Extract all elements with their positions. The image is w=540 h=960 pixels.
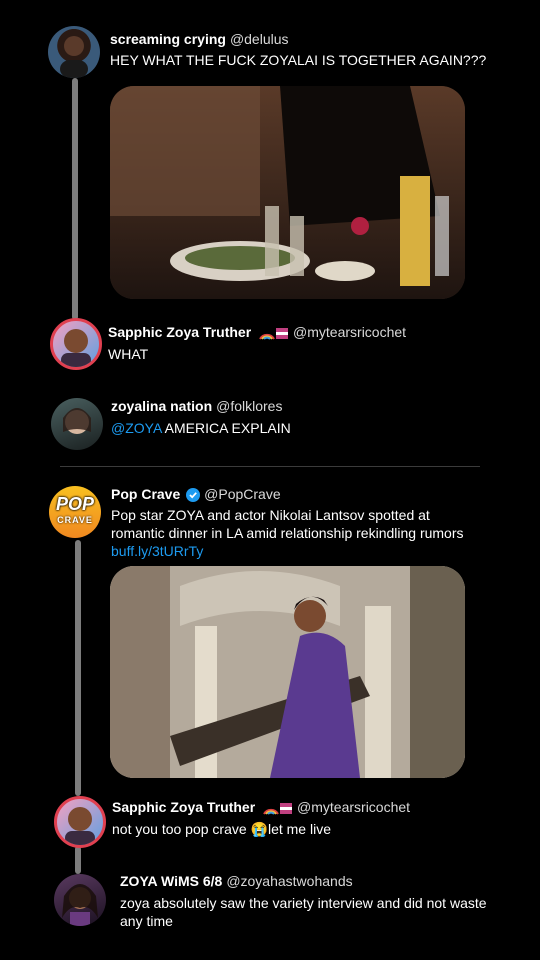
flags-emoji-icon <box>259 328 289 341</box>
user-handle[interactable]: @mytearsricochet <box>297 799 410 815</box>
flags-emoji-icon <box>263 803 293 816</box>
avatar-face-icon <box>61 329 91 367</box>
display-name[interactable]: screaming crying <box>110 31 226 47</box>
tweet-text: AMERICA EXPLAIN <box>164 420 291 436</box>
tweet-header: ZOYA WiMS 6/8 @zoyahastwohands <box>120 872 353 890</box>
tweet-text: zoya absolutely saw the variety intervie… <box>120 895 487 929</box>
tweet-photo[interactable] <box>110 86 465 299</box>
user-handle[interactable]: @folklores <box>216 398 282 414</box>
pop-crave-logo: POP <box>55 494 94 514</box>
tweet-header: Sapphic Zoya Truther @mytearsricochet <box>108 323 406 341</box>
tweet-text: WHAT <box>108 346 149 362</box>
tweet-photo[interactable] <box>110 566 465 778</box>
avatar-face-icon <box>63 408 91 434</box>
avatar-figure-icon <box>60 36 88 78</box>
tweet-text: not you too pop crave 😭let me live <box>112 821 331 837</box>
display-name[interactable]: Pop Crave <box>111 486 180 502</box>
tweet-header: zoyalina nation @folklores <box>111 397 282 415</box>
user-handle[interactable]: @PopCrave <box>204 486 280 502</box>
mention-link[interactable]: @ZOYA <box>111 420 162 436</box>
tweet-header: screaming crying @delulus <box>110 30 289 48</box>
avatar[interactable]: POP CRAVE <box>49 486 101 538</box>
tweet-text-container: @ZOYA AMERICA EXPLAIN <box>111 419 291 437</box>
user-handle[interactable]: @mytearsricochet <box>293 324 406 340</box>
avatar-face-icon <box>65 807 95 845</box>
thread-line-1 <box>72 78 78 320</box>
tweet-text-container: Pop star ZOYA and actor Nikolai Lantsov … <box>111 506 481 560</box>
photoshoot-image <box>110 566 465 778</box>
avatar[interactable] <box>48 26 100 78</box>
display-name[interactable]: zoyalina nation <box>111 398 212 414</box>
avatar-face-icon <box>62 884 98 926</box>
verified-badge-icon <box>186 488 201 503</box>
pop-crave-logo-sub: CRAVE <box>57 515 93 525</box>
avatar[interactable] <box>54 796 106 848</box>
user-handle[interactable]: @zoyahastwohands <box>226 873 352 889</box>
tweet-link[interactable]: buff.ly/3tURrTy <box>111 543 203 559</box>
dinner-photo-image <box>110 86 465 299</box>
display-name[interactable]: ZOYA WiMS 6/8 <box>120 873 222 889</box>
user-handle[interactable]: @delulus <box>230 31 289 47</box>
thread-line-3 <box>75 846 81 874</box>
tweet-header: Sapphic Zoya Truther @mytearsricochet <box>112 798 410 816</box>
divider <box>60 466 480 467</box>
avatar[interactable] <box>54 874 106 926</box>
tweet-text: Pop star ZOYA and actor Nikolai Lantsov … <box>111 507 464 541</box>
tweet-text: HEY WHAT THE FUCK ZOYALAI IS TOGETHER AG… <box>110 52 487 68</box>
tweet-header: Pop Crave @PopCrave <box>111 485 281 503</box>
thread-line-2 <box>75 540 81 796</box>
avatar[interactable] <box>50 318 102 370</box>
display-name[interactable]: Sapphic Zoya Truther <box>108 324 251 340</box>
display-name[interactable]: Sapphic Zoya Truther <box>112 799 255 815</box>
avatar[interactable] <box>51 398 103 450</box>
